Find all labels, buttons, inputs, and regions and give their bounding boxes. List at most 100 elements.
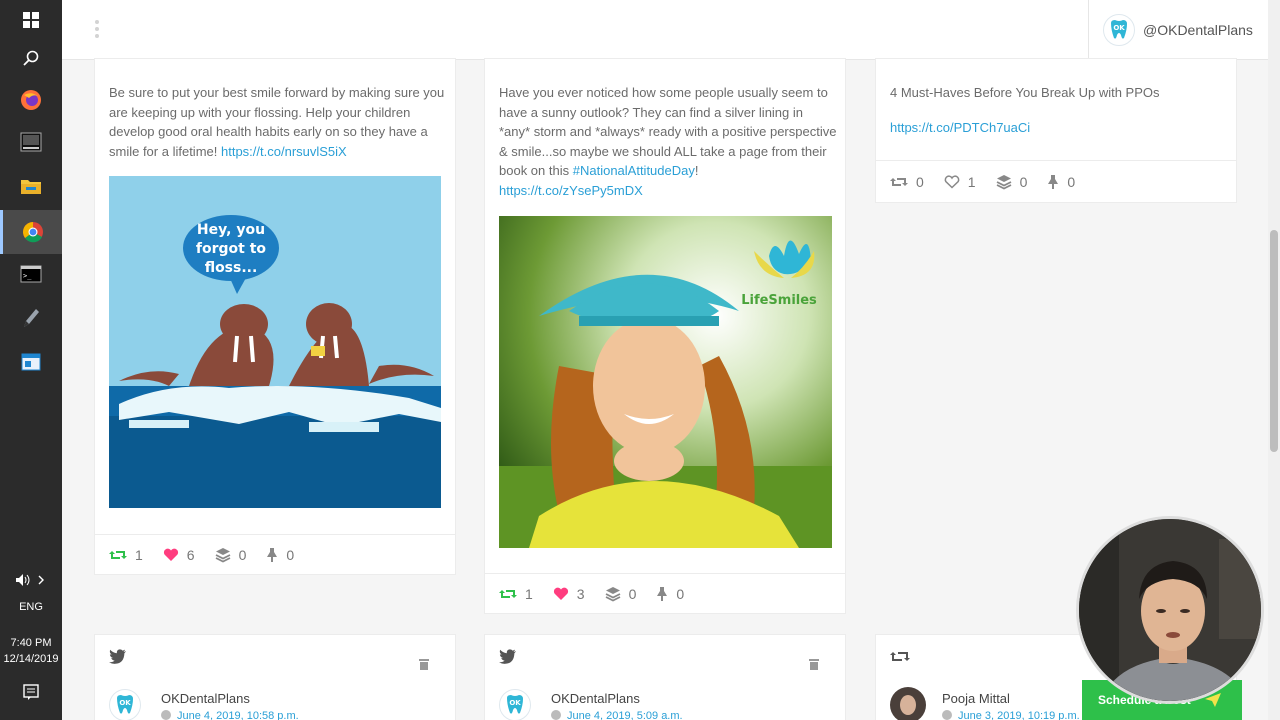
film-app-icon[interactable] — [0, 122, 62, 162]
retweet-icon — [499, 589, 517, 598]
windows-start-icon[interactable] — [0, 0, 62, 40]
speech-bubble-text: Hey, you — [197, 222, 265, 238]
retweet-count[interactable]: 1 — [499, 586, 533, 602]
file-explorer-icon[interactable] — [0, 166, 62, 206]
clock-date[interactable]: 12/14/2019 — [0, 653, 62, 665]
retweet-icon — [109, 550, 127, 559]
post-date: June 4, 2019, 10:58 p.m. — [161, 710, 299, 720]
account-switcher[interactable]: OK @OKDentalPlans — [1088, 0, 1268, 60]
flossing-walrus-image[interactable]: Hey, you forgot to floss... — [109, 176, 441, 508]
ok-dental-avatar[interactable]: OK — [109, 689, 141, 720]
heart-icon — [553, 587, 568, 600]
ok-dental-avatar[interactable]: OK — [499, 689, 531, 720]
user-name[interactable]: Pooja Mittal — [942, 691, 1010, 706]
svg-text:>_: >_ — [23, 272, 32, 280]
heart-icon — [163, 548, 178, 561]
post-link[interactable]: https://t.co/PDTCh7uaCi — [890, 118, 1226, 138]
post-date: June 3, 2019, 10:19 p.m. — [942, 710, 1080, 720]
pin-count[interactable]: 0 — [656, 586, 684, 602]
like-value: 1 — [967, 173, 976, 190]
svg-text:OK: OK — [509, 699, 521, 707]
pin-icon — [267, 547, 278, 562]
svg-text:OK: OK — [1113, 24, 1125, 32]
lifesmiles-logo-text: LifeSmiles — [741, 293, 817, 308]
layers-icon — [605, 586, 620, 602]
like-value: 6 — [186, 546, 195, 563]
chrome-icon[interactable] — [0, 210, 62, 254]
retweet-icon — [890, 177, 908, 186]
retweet-icon — [890, 649, 910, 669]
pin-value: 0 — [286, 546, 295, 563]
delete-icon[interactable] — [419, 657, 429, 675]
retweet-value: 0 — [916, 173, 924, 190]
post-body: 4 Must-Haves Before You Break Up with PP… — [890, 85, 1160, 100]
like-count[interactable]: 3 — [553, 586, 585, 602]
post-card: OK OKDentalPlans June 4, 2019, 10:58 p.m… — [94, 634, 456, 720]
smiling-woman-image[interactable]: LifeSmiles — [499, 216, 832, 548]
delete-icon[interactable] — [809, 657, 819, 675]
pin-count[interactable]: 0 — [1047, 174, 1075, 190]
stack-count[interactable]: 0 — [215, 546, 247, 563]
retweet-count[interactable]: 1 — [109, 547, 143, 563]
svg-text:forgot to: forgot to — [196, 241, 267, 257]
post-hashtag[interactable]: #NationalAttitudeDay — [573, 163, 695, 178]
clock-icon — [551, 710, 561, 720]
clock-icon — [161, 710, 171, 720]
user-name[interactable]: OKDentalPlans — [551, 691, 640, 706]
notifications-icon[interactable] — [0, 672, 62, 712]
search-icon[interactable] — [0, 38, 62, 78]
post-date: June 4, 2019, 5:09 a.m. — [551, 710, 683, 720]
heart-outline-icon — [944, 174, 960, 189]
retweet-value: 1 — [135, 546, 143, 563]
volume-icon[interactable] — [0, 560, 62, 600]
terminal-icon[interactable]: >_ — [0, 254, 62, 294]
post-card: OK OKDentalPlans June 4, 2019, 5:09 a.m. — [484, 634, 846, 720]
pen-tool-icon[interactable] — [0, 298, 62, 338]
post-link[interactable]: https://t.co/nrsuvlS5iX — [221, 144, 347, 159]
like-count[interactable]: 1 — [944, 174, 976, 190]
post-stats: 1 6 0 0 — [95, 534, 455, 574]
post-link[interactable]: https://t.co/zYsePy5mDX — [499, 183, 643, 198]
pin-count[interactable]: 0 — [266, 547, 294, 563]
post-text: Be sure to put your best smile forward b… — [109, 83, 445, 161]
layers-icon — [996, 174, 1011, 190]
post-text: Have you ever noticed how some people us… — [499, 83, 837, 200]
like-count[interactable]: 6 — [163, 547, 195, 563]
window-app-icon[interactable] — [0, 342, 62, 382]
stack-value: 0 — [1019, 173, 1028, 190]
pin-icon — [657, 586, 668, 601]
clock-time[interactable]: 7:40 PM — [0, 637, 62, 649]
svg-text:OK: OK — [119, 699, 131, 707]
post-stats: 0 1 0 0 — [876, 160, 1236, 202]
retweet-value: 1 — [525, 585, 533, 602]
user-name[interactable]: OKDentalPlans — [161, 691, 250, 706]
stack-count[interactable]: 0 — [605, 586, 636, 602]
stack-count[interactable]: 0 — [996, 173, 1028, 190]
top-header: OK @OKDentalPlans — [62, 0, 1268, 60]
pin-value: 0 — [676, 585, 685, 602]
page-scrollbar[interactable] — [1268, 0, 1280, 720]
scrollbar-thumb[interactable] — [1270, 230, 1278, 452]
retweet-count[interactable]: 0 — [890, 174, 924, 190]
post-stats: 1 3 0 0 — [485, 573, 845, 613]
language-indicator[interactable]: ENG — [0, 601, 62, 613]
windows-taskbar: >_ ENG 7:40 PM 12/14/2019 — [0, 0, 62, 720]
ok-dental-logo-icon: OK — [1103, 14, 1135, 46]
post-card: Have you ever noticed how some people us… — [484, 58, 846, 614]
more-options-icon[interactable] — [94, 20, 100, 38]
webcam-overlay — [1076, 516, 1264, 704]
hashtag-suffix: ! — [694, 163, 699, 178]
twitter-icon — [499, 649, 517, 669]
post-date-text: June 4, 2019, 10:58 p.m. — [177, 710, 299, 720]
firefox-icon[interactable] — [0, 80, 62, 120]
twitter-icon — [109, 649, 127, 669]
account-handle: @OKDentalPlans — [1143, 22, 1253, 38]
pin-value: 0 — [1067, 173, 1076, 190]
user-avatar[interactable] — [890, 687, 926, 720]
post-text: 4 Must-Haves Before You Break Up with PP… — [890, 83, 1226, 137]
post-card: Be sure to put your best smile forward b… — [94, 58, 456, 575]
stack-value: 0 — [238, 546, 247, 563]
layers-icon — [215, 547, 230, 563]
post-date-text: June 4, 2019, 5:09 a.m. — [567, 710, 683, 720]
svg-text:floss...: floss... — [205, 260, 258, 276]
